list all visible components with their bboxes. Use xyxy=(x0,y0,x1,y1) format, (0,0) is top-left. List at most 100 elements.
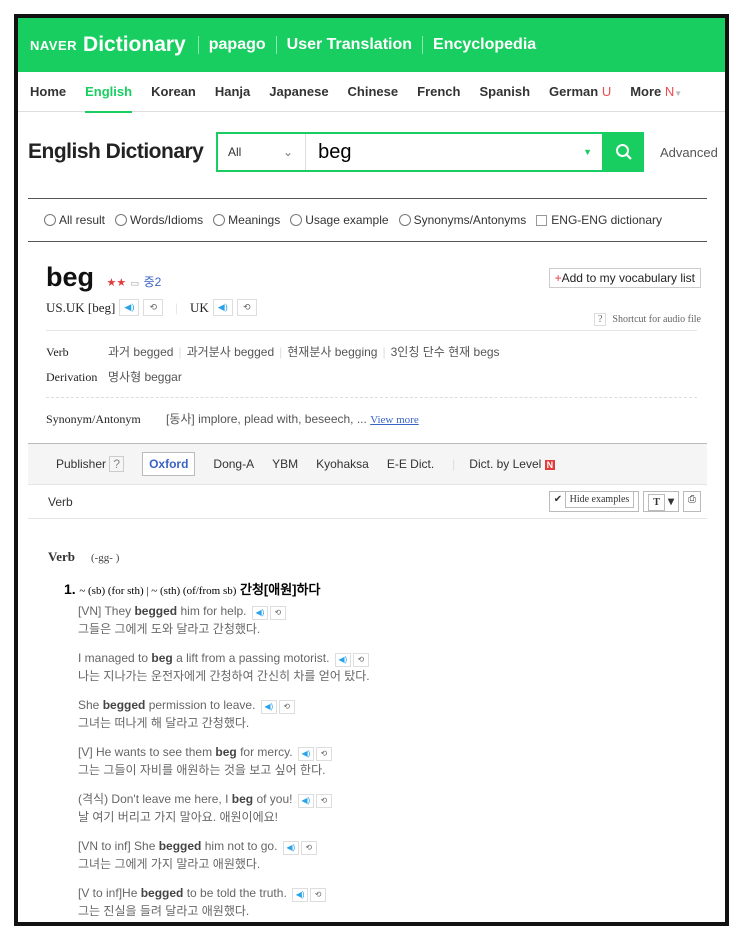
example-text: [V to inf]He begged to be told the truth… xyxy=(78,886,287,900)
search-icon xyxy=(616,144,632,160)
nav-french[interactable]: French xyxy=(417,72,460,112)
search-input[interactable] xyxy=(306,140,584,164)
repeat-icon[interactable]: ⟲ xyxy=(269,606,286,620)
speaker-icon[interactable]: ◀) xyxy=(297,747,314,761)
font-label: T xyxy=(648,494,665,511)
speaker-icon[interactable]: ◀) xyxy=(251,606,268,620)
advanced-search-link[interactable]: Advanced xyxy=(660,145,718,160)
example-translation: 그녀는 그에게 가지 말라고 애원했다. xyxy=(78,857,261,871)
dictionary-title[interactable]: Dictionary xyxy=(83,33,186,57)
nav-spanish[interactable]: Spanish xyxy=(479,72,530,112)
link-encyclopedia[interactable]: Encyclopedia xyxy=(422,36,546,54)
sense-1: 1. ~ (sb) (for sth) | ~ (sth) (of/from s… xyxy=(64,579,725,920)
filter-all-result[interactable]: All result xyxy=(44,213,105,227)
sense-pattern: ~ (sb) (for sth) | ~ (sth) (of/from sb) xyxy=(79,585,237,597)
nav-german-label: German xyxy=(549,83,599,99)
speaker-icon[interactable]: ◀) xyxy=(119,299,140,316)
radio-icon xyxy=(398,214,411,226)
speaker-icon[interactable]: ◀) xyxy=(292,888,309,902)
link-papago[interactable]: papago xyxy=(197,36,276,54)
print-icon[interactable]: ⎙ xyxy=(683,491,701,512)
scope-select[interactable]: All ⌄ xyxy=(218,134,307,170)
font-size-button[interactable]: T ▾ xyxy=(643,491,679,512)
hide-examples-label: Hide examples xyxy=(564,491,635,508)
filter-synonyms[interactable]: Synonyms/Antonyms xyxy=(398,213,527,227)
nav-home[interactable]: Home xyxy=(30,72,66,112)
speaker-icon[interactable]: ◀) xyxy=(334,653,351,667)
nav-korean[interactable]: Korean xyxy=(151,72,196,112)
nav-more-label: More xyxy=(630,83,662,99)
example-text: [VN to inf] She begged him not to go. xyxy=(78,839,278,853)
nav-english[interactable]: English xyxy=(85,72,132,113)
pos-tab-verb[interactable]: Verb xyxy=(48,495,73,509)
publisher-by-level[interactable]: | Dict. by Level N xyxy=(452,457,556,471)
speaker-icon[interactable]: ◀) xyxy=(212,299,233,316)
repeat-icon[interactable]: ⟲ xyxy=(310,888,327,902)
repeat-icon[interactable]: ⟲ xyxy=(278,700,295,714)
level-badge[interactable]: 중2 xyxy=(144,275,162,289)
hide-examples-button[interactable]: ✔ Hide examples xyxy=(548,491,640,512)
filter-label: Synonyms/Antonyms xyxy=(413,213,527,227)
repeat-icon[interactable]: ⟲ xyxy=(236,299,257,316)
radio-icon xyxy=(213,214,226,226)
repeat-icon[interactable]: ⟲ xyxy=(315,794,332,808)
search-button[interactable] xyxy=(604,132,644,172)
example-translation: 나는 지나가는 운전자에게 간청하여 간신히 차를 얻어 탔다. xyxy=(78,669,370,683)
synonym-label: Synonym/Antonym xyxy=(46,412,141,426)
wordbook-icon: ▭ xyxy=(130,278,140,288)
view-more-link[interactable]: View more xyxy=(370,414,419,426)
eng-eng-checkbox[interactable]: ENG-ENG dictionary xyxy=(536,213,662,227)
example-text: I managed to beg a lift from a passing m… xyxy=(78,651,330,665)
repeat-icon[interactable]: ⟲ xyxy=(315,747,332,761)
repeat-icon[interactable]: ⟲ xyxy=(143,299,164,316)
example: [VN to inf] She begged him not to go. ◀)… xyxy=(78,837,725,873)
link-user-translation[interactable]: User Translation xyxy=(275,36,422,54)
sense-number: 1. xyxy=(64,581,76,597)
add-vocab-button[interactable]: +Add to my vocabulary list xyxy=(548,268,701,288)
speaker-icon[interactable]: ◀) xyxy=(282,841,299,855)
radio-icon xyxy=(44,214,56,226)
speaker-icon[interactable]: ◀) xyxy=(297,794,314,808)
filter-meanings[interactable]: Meanings xyxy=(213,213,280,227)
filter-label: All result xyxy=(59,213,106,227)
help-icon[interactable]: ? xyxy=(109,456,125,472)
example-text: (격식) Don't leave me here, I beg of you! xyxy=(78,792,293,806)
nav-chinese[interactable]: Chinese xyxy=(348,72,399,112)
example: She begged permission to leave. ◀) ⟲ 그녀는 떠… xyxy=(78,696,725,732)
nav-more[interactable]: More N▼ xyxy=(630,72,682,112)
publisher-ee-dict[interactable]: E-E Dict. xyxy=(387,457,434,471)
derivation-value: 명사형 beggar xyxy=(108,370,182,384)
example-translation: 그는 진실을 들려 달라고 애원했다. xyxy=(78,904,250,918)
repeat-icon[interactable]: ⟲ xyxy=(300,841,317,855)
entry-summary: beg ★★ ▭ 중2 +Add to my vocabulary list U… xyxy=(18,242,725,443)
example-translation: 그는 그들이 자비를 애원하는 것을 보고 싶어 한다. xyxy=(78,763,326,777)
naver-logo[interactable]: NAVER xyxy=(30,38,77,53)
example-text: [V] He wants to see them beg for mercy. xyxy=(78,745,293,759)
sense-meaning: 간청[애원]하다 xyxy=(240,582,321,597)
publisher-oxford[interactable]: Oxford xyxy=(142,452,196,476)
add-vocab-label: Add to my vocabulary list xyxy=(561,271,695,285)
example: (격식) Don't leave me here, I beg of you! … xyxy=(78,790,725,826)
form-past: 과거 begged xyxy=(108,345,174,359)
example: [V to inf]He begged to be told the truth… xyxy=(78,884,725,920)
publisher-kyohaksa[interactable]: Kyohaksa xyxy=(316,457,369,471)
filter-label: Words/Idioms xyxy=(130,213,204,227)
dropdown-arrow-icon[interactable]: ▼ xyxy=(583,147,592,157)
filter-words-idioms[interactable]: Words/Idioms xyxy=(115,213,203,227)
update-badge: U xyxy=(601,83,612,99)
publisher-ybm[interactable]: YBM xyxy=(272,457,298,471)
new-badge: N xyxy=(544,460,556,470)
filter-usage-example[interactable]: Usage example xyxy=(290,213,389,227)
audio-shortcut-help[interactable]: ? Shortcut for audio file xyxy=(593,313,701,326)
chevron-down-icon: ▼ xyxy=(674,88,683,98)
form-present-participle: 현재분사 begging xyxy=(287,345,378,359)
repeat-icon[interactable]: ⟲ xyxy=(352,653,369,667)
shortcut-label: Shortcut for audio file xyxy=(612,314,701,325)
nav-hanja[interactable]: Hanja xyxy=(215,72,250,112)
nav-japanese[interactable]: Japanese xyxy=(269,72,328,112)
nav-german[interactable]: German U xyxy=(549,72,611,112)
new-badge: N xyxy=(664,83,675,99)
publisher-dong-a[interactable]: Dong-A xyxy=(213,457,254,471)
example-translation: 그녀는 떠나게 해 달라고 간청했다. xyxy=(78,716,250,730)
speaker-icon[interactable]: ◀) xyxy=(260,700,277,714)
